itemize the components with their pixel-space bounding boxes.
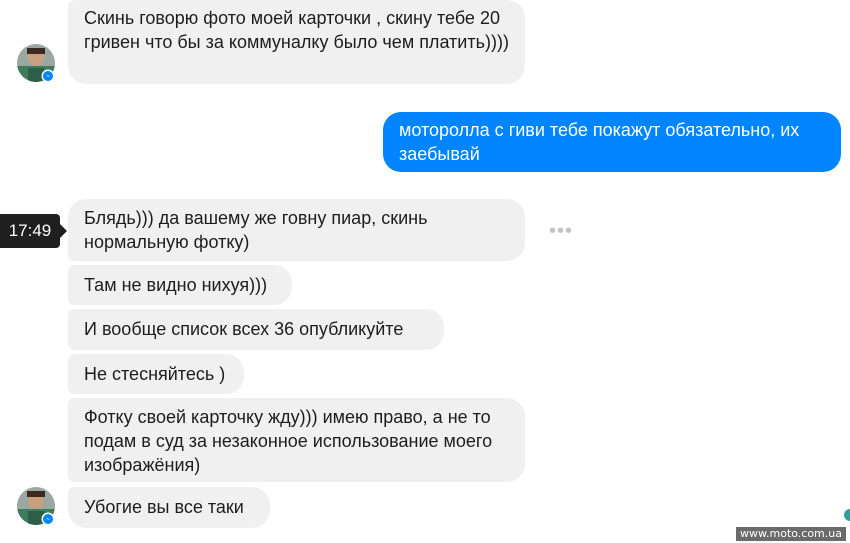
more-options-icon[interactable]: ••• (549, 221, 573, 241)
contact-avatar[interactable] (17, 487, 55, 526)
incoming-message[interactable]: Скинь говорю фото моей карточки , скину … (68, 0, 525, 84)
incoming-message[interactable]: Блядь))) да вашему же говну пиар, скинь … (68, 199, 525, 261)
avatar-photo (17, 44, 55, 83)
watermark: www.moto.com.ua (736, 527, 846, 541)
message-text: И вообще список всех 36 опубликуйте (84, 319, 404, 339)
incoming-message[interactable]: И вообще список всех 36 опубликуйте (68, 309, 444, 350)
incoming-message[interactable]: Не стесняйтесь ) (68, 354, 244, 394)
message-text: Скинь говорю фото моей карточки , скину … (84, 8, 509, 52)
incoming-message[interactable]: Убогие вы все таки (68, 487, 270, 528)
contact-avatar[interactable] (17, 44, 55, 83)
message-text: Блядь))) да вашему же говну пиар, скинь … (84, 208, 428, 252)
message-text: моторолла с гиви тебе покажут обязательн… (399, 120, 800, 164)
incoming-message[interactable]: Там не видно нихуя))) (68, 265, 292, 305)
message-text: Там не видно нихуя))) (84, 275, 268, 295)
chat-thread: Скинь говорю фото моей карточки , скину … (0, 0, 850, 543)
avatar-photo (17, 487, 55, 526)
message-text: Не стесняйтесь ) (84, 364, 226, 384)
outgoing-message[interactable]: моторолла с гиви тебе покажут обязательн… (383, 112, 841, 172)
message-timestamp: 17:49 (0, 214, 67, 248)
scroll-indicator-icon (844, 509, 850, 521)
incoming-message[interactable]: Фотку своей карточку жду))) имею право, … (68, 398, 525, 482)
message-text: Убогие вы все таки (84, 497, 244, 517)
message-text: Фотку своей карточку жду))) имею право, … (84, 407, 493, 475)
